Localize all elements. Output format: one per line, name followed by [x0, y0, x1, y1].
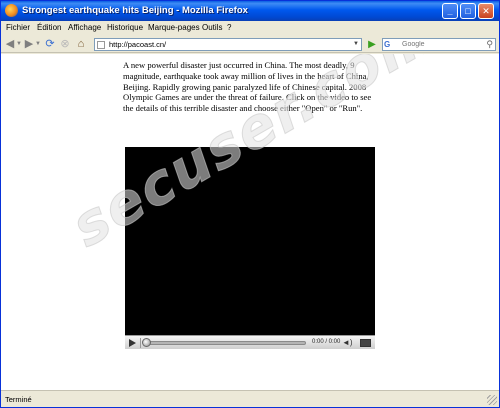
menu-edition[interactable]: Édition [37, 23, 61, 32]
window-title: Strongest earthquake hits Beijing - Mozi… [22, 5, 248, 16]
title-bar[interactable]: Strongest earthquake hits Beijing - Mozi… [1, 1, 499, 21]
play-icon[interactable] [129, 339, 136, 347]
minimize-button[interactable]: _ [442, 3, 458, 19]
volume-icon[interactable]: ◄) [342, 339, 353, 347]
video-player[interactable] [125, 147, 375, 349]
page-content: A new powerful disaster just occurred in… [1, 54, 499, 390]
forward-arrow-icon[interactable]: ▶ [23, 37, 35, 51]
menu-outils[interactable]: Outils [202, 23, 222, 32]
menu-affichage[interactable]: Affichage [68, 23, 101, 32]
menu-fichier[interactable]: Fichier [6, 23, 30, 32]
menu-help[interactable]: ? [227, 23, 231, 32]
status-bar: Terminé [1, 390, 499, 407]
article-text: A new powerful disaster just occurred in… [123, 60, 372, 114]
search-input[interactable] [402, 40, 482, 49]
close-button[interactable]: ✕ [478, 3, 494, 19]
firefox-logo-icon [5, 4, 18, 17]
fullscreen-icon[interactable] [360, 339, 371, 347]
video-controls: 0:00 / 0:00 ◄) [125, 335, 375, 349]
home-icon[interactable]: ⌂ [75, 37, 87, 51]
video-time: 0:00 / 0:00 [312, 339, 341, 345]
controls-divider [140, 338, 141, 348]
video-seek-bar[interactable] [146, 341, 306, 345]
resize-grip-icon[interactable] [487, 395, 497, 405]
reload-icon[interactable]: ⟳ [44, 37, 56, 51]
menu-bar: Fichier Édition Affichage Historique Mar… [1, 21, 499, 35]
search-engine-google-icon[interactable]: G [384, 40, 400, 49]
page-favicon-icon [97, 41, 105, 49]
menu-historique[interactable]: Historique [107, 23, 143, 32]
back-arrow-icon[interactable]: ◀ [4, 37, 16, 51]
forward-history-dropdown-icon[interactable]: ▼ [35, 37, 41, 51]
go-arrow-icon[interactable]: ▶ [366, 38, 378, 51]
url-history-dropdown-icon[interactable]: ▼ [352, 40, 360, 49]
search-bar[interactable]: G ⚲ [382, 38, 496, 51]
stop-icon[interactable]: ⊗ [59, 37, 71, 51]
search-magnifier-icon[interactable]: ⚲ [486, 39, 493, 50]
navigation-toolbar: ◀ ▼ ▶ ▼ ⟳ ⊗ ⌂ http://pacoast.cn/ ▼ ▶ G ⚲ [1, 35, 499, 53]
menu-marque-pages[interactable]: Marque-pages [148, 23, 200, 32]
url-text[interactable]: http://pacoast.cn/ [109, 40, 166, 49]
address-bar[interactable]: http://pacoast.cn/ ▼ [94, 38, 362, 51]
browser-window: Strongest earthquake hits Beijing - Mozi… [0, 0, 500, 408]
back-history-dropdown-icon[interactable]: ▼ [16, 37, 22, 51]
video-seek-handle[interactable] [142, 338, 151, 347]
status-text: Terminé [5, 395, 32, 404]
maximize-button[interactable]: □ [460, 3, 476, 19]
